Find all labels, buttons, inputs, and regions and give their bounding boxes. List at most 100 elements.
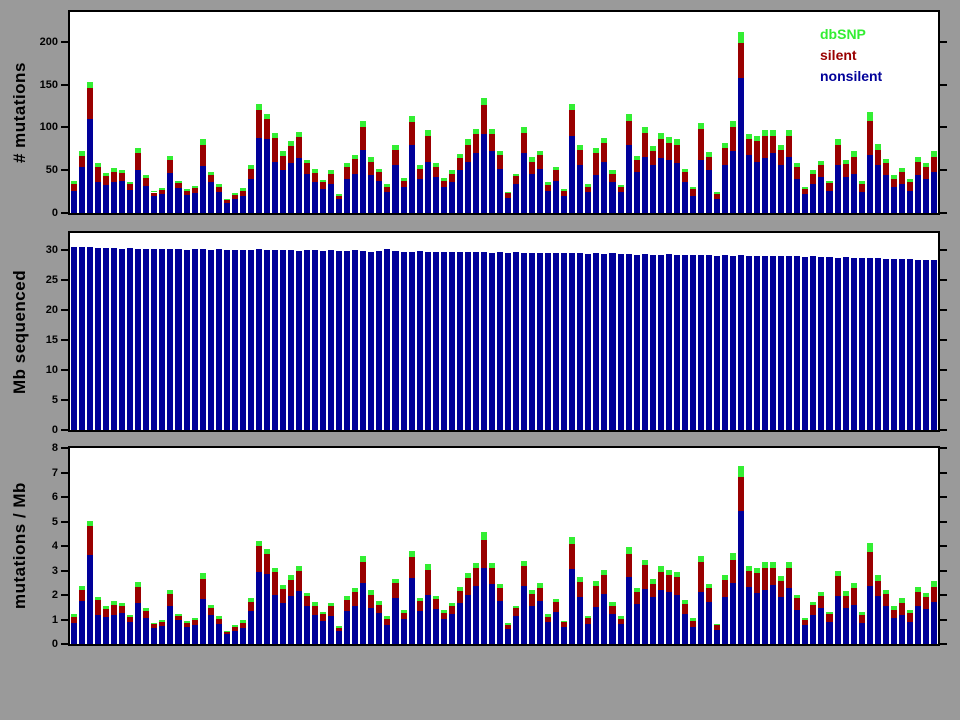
bar-segment-nonsilent (143, 186, 149, 213)
bar-segment-nonsilent (778, 597, 784, 644)
bar-segment-nonsilent (658, 158, 664, 213)
bar-segment-dbsnp (722, 575, 728, 580)
bar-segment-silent (609, 174, 615, 183)
bar-segment-silent (891, 610, 897, 619)
bar-segment-nonsilent (208, 615, 214, 644)
y-tick (61, 570, 68, 572)
bar-segment-silent (577, 150, 583, 165)
bar-segment-silent (859, 615, 865, 624)
bar-segment-dbsnp (569, 537, 575, 544)
bar-segment-silent (175, 183, 181, 188)
bar-segment-silent (248, 169, 254, 179)
y-tick-label: 25 (22, 274, 58, 286)
bar-segment-silent (915, 162, 921, 176)
bar-segment-silent (328, 606, 334, 616)
bar-segment-nonsilent (232, 199, 238, 213)
bar-segment-nonsilent (810, 184, 816, 213)
bar-segment-dbsnp (609, 602, 615, 605)
bar-segment-nonsilent (899, 184, 905, 213)
bar-segment-silent (497, 155, 503, 169)
bar-segment-dbsnp (433, 163, 439, 166)
bar-segment-mb-sequenced (336, 251, 342, 430)
bar-segment-mb-sequenced (867, 258, 873, 430)
bar-segment-mb-sequenced (601, 254, 607, 430)
bar-segment-dbsnp (835, 571, 841, 576)
bar-segment-silent (658, 572, 664, 590)
bar-segment-silent (931, 587, 937, 603)
bar-segment-dbsnp (835, 139, 841, 144)
bar-segment-silent (167, 160, 173, 173)
bar-segment-silent (634, 160, 640, 172)
y-tick-label: 50 (22, 164, 58, 176)
bar-segment-silent (786, 568, 792, 588)
bar-segment-dbsnp (818, 161, 824, 165)
y-tick-label: 100 (22, 121, 58, 133)
bar-segment-mb-sequenced (159, 249, 165, 430)
y-tick (61, 496, 68, 498)
bar-segment-nonsilent (296, 158, 302, 213)
bar-segment-mb-sequenced (802, 257, 808, 430)
bar-segment-silent (851, 157, 857, 174)
bar-segment-nonsilent (650, 597, 656, 644)
legend-item-nonsilent: nonsilent (820, 66, 882, 87)
bar-segment-silent (826, 614, 832, 622)
bar-segment-dbsnp (71, 614, 77, 616)
bar-segment-mb-sequenced (545, 253, 551, 430)
bar-segment-mb-sequenced (923, 260, 929, 430)
bar-segment-silent (360, 127, 366, 149)
bar-segment-silent (409, 122, 415, 144)
bar-segment-silent (135, 153, 141, 170)
bar-segment-silent (457, 158, 463, 170)
y-tick-label: 200 (22, 36, 58, 48)
bar-segment-silent (119, 173, 125, 181)
bar-segment-nonsilent (304, 174, 310, 213)
bar-segment-mb-sequenced (312, 250, 318, 430)
bar-segment-nonsilent (473, 586, 479, 644)
bar-segment-dbsnp (465, 573, 471, 578)
bar-segment-silent (159, 622, 165, 626)
bar-segment-mb-sequenced (826, 257, 832, 430)
bar-segment-silent (425, 570, 431, 595)
bar-segment-mb-sequenced (473, 252, 479, 430)
bar-segment-silent (650, 151, 656, 165)
bar-segment-mb-sequenced (272, 250, 278, 430)
bar-segment-silent (923, 167, 929, 179)
bar-segment-dbsnp (304, 160, 310, 163)
bar-segment-nonsilent (256, 572, 262, 644)
bar-segment-mb-sequenced (770, 256, 776, 430)
bar-segment-dbsnp (352, 155, 358, 159)
bar-segment-silent (505, 193, 511, 197)
bar-segment-mb-sequenced (915, 260, 921, 430)
bar-segment-silent (746, 571, 752, 586)
bar-segment-dbsnp (730, 553, 736, 560)
bar-segment-nonsilent (907, 191, 913, 213)
bar-segment-nonsilent (577, 597, 583, 644)
bar-segment-silent (770, 568, 776, 585)
bar-segment-nonsilent (706, 602, 712, 644)
bar-segment-silent (135, 587, 141, 603)
bar-segment-silent (682, 172, 688, 182)
bar-segment-nonsilent (119, 181, 125, 214)
bar-segment-dbsnp (714, 192, 720, 194)
bar-segment-nonsilent (754, 162, 760, 213)
bar-segment-mb-sequenced (634, 255, 640, 430)
bar-segment-dbsnp (457, 154, 463, 158)
bar-segment-mb-sequenced (184, 250, 190, 430)
bar-segment-mb-sequenced (401, 252, 407, 430)
bar-segment-dbsnp (682, 169, 688, 172)
bar-segment-silent (754, 141, 760, 162)
y-tick-label: 5 (22, 516, 58, 528)
bar-segment-nonsilent (674, 163, 680, 213)
bar-segment-nonsilent (650, 165, 656, 213)
bar-segment-nonsilent (167, 606, 173, 644)
bar-segment-nonsilent (762, 158, 768, 213)
bar-segment-nonsilent (368, 175, 374, 213)
bar-segment-mb-sequenced (899, 259, 905, 430)
bar-segment-dbsnp (224, 631, 230, 632)
bar-segment-nonsilent (609, 614, 615, 644)
bar-segment-dbsnp (899, 598, 905, 602)
y-tick (61, 309, 68, 311)
bar-segment-nonsilent (891, 618, 897, 644)
bar-segment-dbsnp (923, 593, 929, 597)
bar-segment-dbsnp (762, 562, 768, 568)
